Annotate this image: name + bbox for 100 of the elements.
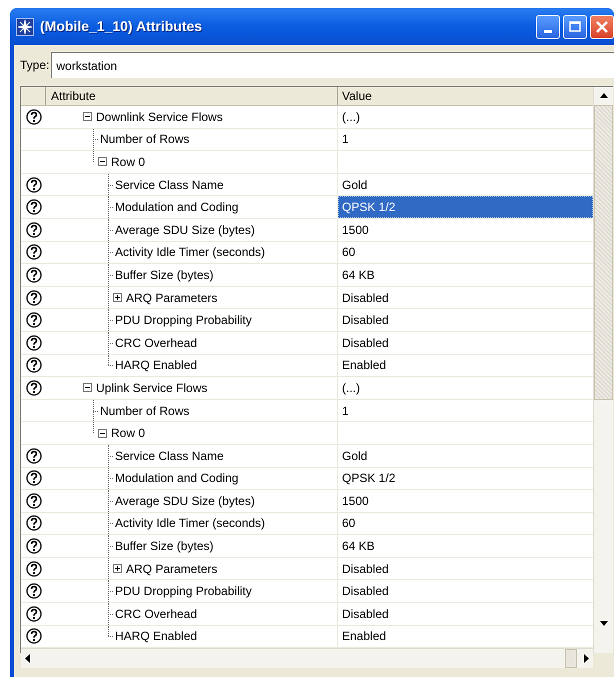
attribute-label[interactable]: Downlink Service Flows bbox=[96, 108, 223, 126]
value-cell[interactable]: Gold bbox=[338, 444, 593, 466]
grid-row[interactable]: ARQ Parameters Disabled bbox=[21, 286, 593, 310]
value-cell[interactable]: Disabled bbox=[338, 309, 593, 331]
collapse-icon[interactable] bbox=[83, 112, 92, 122]
attribute-label[interactable]: Buffer Size (bytes) bbox=[115, 537, 214, 556]
attribute-label[interactable]: Activity Idle Timer (seconds) bbox=[115, 243, 266, 262]
type-field[interactable]: workstation bbox=[51, 52, 614, 78]
maximize-button[interactable] bbox=[563, 14, 587, 38]
help-icon[interactable] bbox=[26, 448, 42, 464]
attribute-label[interactable]: Modulation and Coding bbox=[115, 198, 238, 216]
help-icon[interactable] bbox=[26, 222, 42, 238]
grid-row[interactable]: Modulation and Coding QPSK 1/2 bbox=[21, 468, 593, 490]
grid-row[interactable]: Buffer Size (bytes) 64 KB bbox=[21, 264, 593, 287]
grid-row[interactable]: CRC Overhead Disabled bbox=[21, 603, 593, 626]
value-cell[interactable]: 64 KB bbox=[338, 264, 593, 286]
minimize-button[interactable] bbox=[536, 14, 560, 38]
grid-row[interactable]: Uplink Service Flows (...) bbox=[21, 377, 593, 400]
attribute-label[interactable]: CRC Overhead bbox=[115, 334, 198, 352]
close-button[interactable] bbox=[590, 14, 614, 38]
horizontal-scrollbar[interactable] bbox=[21, 648, 593, 668]
value-cell[interactable]: QPSK 1/2 bbox=[338, 468, 593, 490]
scrollbar-thumb[interactable] bbox=[594, 105, 613, 400]
grid-row[interactable]: Row 0 bbox=[21, 422, 593, 445]
help-icon[interactable] bbox=[26, 470, 42, 486]
vertical-scrollbar[interactable] bbox=[593, 87, 613, 653]
value-cell[interactable]: 1500 bbox=[338, 218, 593, 241]
value-cell[interactable]: Enabled bbox=[338, 626, 593, 648]
attribute-label[interactable]: Service Class Name bbox=[115, 446, 224, 465]
value-cell[interactable]: Disabled bbox=[338, 603, 593, 625]
scrollbar-thumb[interactable] bbox=[565, 649, 577, 668]
grid-row[interactable]: Buffer Size (bytes) 64 KB bbox=[21, 535, 593, 558]
column-header[interactable]: Attribute bbox=[46, 87, 338, 105]
help-icon[interactable] bbox=[26, 380, 42, 396]
help-icon[interactable] bbox=[26, 515, 42, 532]
value-cell[interactable]: Disabled bbox=[338, 332, 593, 354]
grid-row[interactable]: Modulation and Coding QPSK 1/2 bbox=[21, 196, 593, 219]
help-icon[interactable] bbox=[26, 583, 42, 600]
help-icon[interactable] bbox=[26, 492, 42, 509]
attribute-label[interactable]: Buffer Size (bytes) bbox=[115, 266, 214, 284]
grid-row[interactable]: Downlink Service Flows (...) bbox=[21, 106, 593, 129]
grid-row[interactable]: HARQ Enabled Enabled bbox=[21, 354, 593, 378]
attribute-label[interactable]: Average SDU Size (bytes) bbox=[115, 220, 255, 239]
attribute-label[interactable]: Number of Rows bbox=[100, 402, 190, 420]
collapse-icon[interactable] bbox=[98, 428, 107, 438]
help-icon[interactable] bbox=[26, 266, 42, 283]
expand-icon[interactable] bbox=[113, 293, 122, 302]
help-icon[interactable] bbox=[26, 538, 42, 554]
value-cell[interactable]: (...) bbox=[338, 377, 593, 399]
value-cell[interactable]: 60 bbox=[338, 512, 593, 534]
attribute-label[interactable]: Number of Rows bbox=[100, 130, 190, 148]
grid-row[interactable]: Service Class Name Gold bbox=[21, 444, 593, 468]
help-icon[interactable] bbox=[26, 199, 42, 216]
help-icon[interactable] bbox=[26, 244, 42, 260]
attribute-label[interactable]: Activity Idle Timer (seconds) bbox=[115, 514, 266, 532]
attribute-label[interactable]: Uplink Service Flows bbox=[96, 378, 208, 397]
help-icon[interactable] bbox=[26, 334, 42, 351]
help-icon[interactable] bbox=[26, 290, 42, 306]
expand-icon[interactable] bbox=[113, 564, 122, 574]
grid-row[interactable]: Average SDU Size (bytes) 1500 bbox=[21, 218, 593, 242]
value-cell[interactable]: 1500 bbox=[338, 490, 593, 512]
value-cell[interactable]: 60 bbox=[338, 242, 593, 264]
value-cell[interactable]: Enabled bbox=[338, 354, 593, 376]
value-cell[interactable]: 1 bbox=[338, 128, 593, 150]
help-icon[interactable] bbox=[26, 560, 42, 577]
help-icon[interactable] bbox=[26, 606, 42, 622]
grid-row[interactable]: PDU Dropping Probability Disabled bbox=[21, 309, 593, 332]
value-cell[interactable]: QPSK 1/2 bbox=[338, 196, 593, 218]
help-icon[interactable] bbox=[26, 628, 42, 644]
grid-row[interactable]: Number of Rows 1 bbox=[21, 128, 593, 152]
grid-row[interactable]: PDU Dropping Probability Disabled bbox=[21, 580, 593, 604]
value-cell[interactable]: Disabled bbox=[338, 558, 593, 580]
grid-row[interactable]: ARQ Parameters Disabled bbox=[21, 558, 593, 580]
help-icon[interactable] bbox=[26, 357, 42, 374]
attribute-label[interactable]: Row 0 bbox=[111, 424, 146, 442]
attribute-label[interactable]: PDU Dropping Probability bbox=[115, 311, 252, 330]
collapse-icon[interactable] bbox=[98, 157, 107, 166]
attribute-label[interactable]: ARQ Parameters bbox=[126, 288, 218, 307]
help-icon[interactable] bbox=[26, 312, 42, 328]
attribute-label[interactable]: Service Class Name bbox=[115, 176, 224, 194]
value-cell[interactable]: 1 bbox=[338, 400, 593, 422]
attribute-label[interactable]: Average SDU Size (bytes) bbox=[115, 492, 255, 510]
grid-row[interactable]: Activity Idle Timer (seconds) 60 bbox=[21, 512, 593, 536]
column-header[interactable]: Value bbox=[338, 87, 593, 105]
value-cell[interactable]: (...) bbox=[338, 106, 593, 128]
grid-row[interactable]: Average SDU Size (bytes) 1500 bbox=[21, 490, 593, 513]
value-cell[interactable]: Gold bbox=[338, 174, 593, 196]
value-cell[interactable]: 64 KB bbox=[338, 535, 593, 557]
grid-row[interactable]: Activity Idle Timer (seconds) 60 bbox=[21, 242, 593, 264]
attribute-label[interactable]: PDU Dropping Probability bbox=[115, 582, 252, 600]
grid-row[interactable]: Number of Rows 1 bbox=[21, 400, 593, 422]
attribute-label[interactable]: HARQ Enabled bbox=[115, 356, 198, 374]
value-cell[interactable]: Disabled bbox=[338, 286, 593, 308]
attribute-label[interactable]: CRC Overhead bbox=[115, 604, 198, 623]
grid-row[interactable]: Row 0 bbox=[21, 151, 593, 174]
attribute-label[interactable]: Row 0 bbox=[111, 152, 146, 171]
help-icon[interactable] bbox=[26, 108, 42, 125]
attribute-label[interactable]: Modulation and Coding bbox=[115, 469, 238, 488]
attribute-label[interactable]: HARQ Enabled bbox=[115, 627, 198, 646]
collapse-icon[interactable] bbox=[83, 383, 92, 392]
